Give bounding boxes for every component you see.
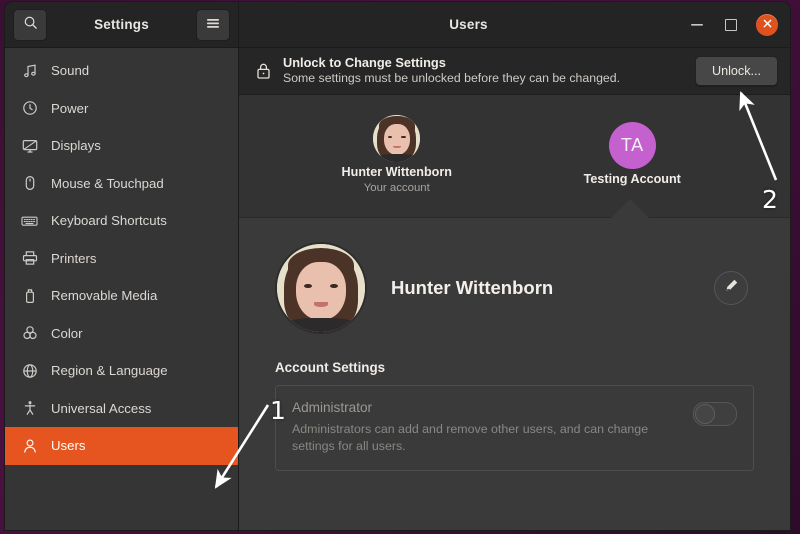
monitor-icon — [21, 137, 38, 154]
administrator-description: Administrators can add and remove other … — [292, 422, 649, 453]
window-header: Users — [239, 2, 790, 47]
sidebar-item-label: Keyboard Shortcuts — [51, 213, 167, 229]
printer-icon — [21, 250, 38, 267]
unlock-button[interactable]: Unlock... — [695, 56, 778, 86]
user-avatar-large[interactable] — [275, 242, 367, 334]
maximize-button[interactable] — [722, 16, 740, 34]
sidebar-item-removable-media[interactable]: Removable Media — [5, 277, 238, 315]
administrator-toggle[interactable] — [693, 402, 737, 426]
avatar: TA — [608, 122, 656, 169]
sidebar-item-printers[interactable]: Printers — [5, 240, 238, 278]
sidebar-item-power[interactable]: Power — [5, 90, 238, 128]
sidebar-item-label: Printers — [51, 250, 97, 266]
sidebar-item-label: Users — [51, 438, 86, 454]
sidebar-item-color[interactable]: Color — [5, 315, 238, 353]
pencil-edit-icon — [724, 278, 739, 298]
unlock-subtitle: Some settings must be unlocked before th… — [283, 71, 621, 86]
user-header-row: Hunter Wittenborn — [275, 242, 754, 334]
sidebar-item-label: Removable Media — [51, 288, 158, 304]
globe-icon — [21, 362, 38, 379]
sidebar-item-mouse-touchpad[interactable]: Mouse & Touchpad — [5, 165, 238, 203]
section-title-account-settings: Account Settings — [275, 360, 386, 375]
lock-closed-icon — [253, 62, 273, 80]
search-button[interactable] — [13, 8, 47, 41]
user-fullname: Hunter Wittenborn — [391, 277, 554, 298]
sidebar-item-region-language[interactable]: Region & Language — [5, 352, 238, 390]
unlock-message: Unlock to Change Settings Some settings … — [283, 55, 695, 86]
window-body: Sound Power Displays Mouse & Touchpad Ke… — [5, 48, 790, 530]
sidebar-item-label: Region & Language — [51, 363, 168, 379]
toggle-knob — [695, 404, 715, 424]
page-title: Users — [449, 17, 488, 32]
sidebar-item-label: Mouse & Touchpad — [51, 175, 164, 191]
sidebar-nav: Sound Power Displays Mouse & Touchpad Ke… — [5, 48, 239, 530]
close-button[interactable] — [756, 13, 778, 36]
avatar-initials: TA — [620, 135, 644, 155]
sidebar-header: Settings — [5, 2, 239, 47]
sidebar-item-sound[interactable]: Sound — [5, 52, 238, 90]
sidebar-item-keyboard-shortcuts[interactable]: Keyboard Shortcuts — [5, 202, 238, 240]
settings-window: Settings Users Sound Power Displays Mous… — [5, 2, 790, 530]
music-note-icon — [21, 62, 38, 79]
administrator-label: Administrator — [292, 400, 373, 415]
avatar — [373, 114, 421, 162]
accessibility-icon — [21, 400, 38, 417]
user-icon — [21, 437, 38, 454]
sidebar-title: Settings — [94, 17, 149, 32]
keyboard-icon — [21, 212, 38, 229]
usb-drive-icon — [21, 287, 38, 304]
sidebar-item-label: Color — [51, 325, 83, 341]
sidebar-item-universal-access[interactable]: Universal Access — [5, 390, 238, 428]
carousel-user-name: Hunter Wittenborn — [341, 164, 452, 179]
sidebar-item-displays[interactable]: Displays — [5, 127, 238, 165]
search-icon — [23, 15, 38, 35]
carousel-user-hunter-wittenborn[interactable]: Hunter Wittenborn Your account — [279, 95, 515, 217]
carousel-user-subtitle: Your account — [363, 181, 430, 194]
close-icon — [763, 19, 772, 31]
sidebar-item-label: Power — [51, 100, 89, 116]
sidebar-item-label: Sound — [51, 63, 90, 79]
edit-name-button[interactable] — [714, 271, 748, 305]
main-panel: Unlock to Change Settings Some settings … — [239, 48, 790, 530]
user-carousel: Hunter Wittenborn Your account TA Testin… — [239, 95, 790, 218]
sidebar-item-users[interactable]: Users — [5, 427, 238, 465]
unlock-title: Unlock to Change Settings — [283, 55, 446, 71]
sidebar-item-label: Universal Access — [51, 400, 152, 416]
administrator-setting-card: Administrator Administrators can add and… — [275, 385, 754, 472]
minimize-icon — [691, 23, 703, 26]
user-detail-pane: Hunter Wittenborn Account Settings Admin… — [239, 218, 790, 530]
unlock-infobar: Unlock to Change Settings Some settings … — [239, 48, 790, 95]
mouse-icon — [21, 175, 38, 192]
selected-user-indicator — [611, 199, 649, 218]
power-clock-icon — [21, 100, 38, 117]
hamburger-menu-icon — [206, 16, 220, 34]
carousel-user-name: Testing Account — [583, 172, 681, 186]
color-circles-icon — [21, 325, 38, 342]
sidebar-item-label: Displays — [51, 138, 101, 154]
desktop-background: Settings Users Sound Power Displays Mous… — [0, 0, 800, 534]
maximize-icon — [725, 18, 737, 31]
header-bar: Settings Users — [5, 2, 790, 48]
window-controls — [688, 13, 782, 36]
minimize-button[interactable] — [688, 16, 706, 34]
menu-button[interactable] — [196, 8, 230, 41]
